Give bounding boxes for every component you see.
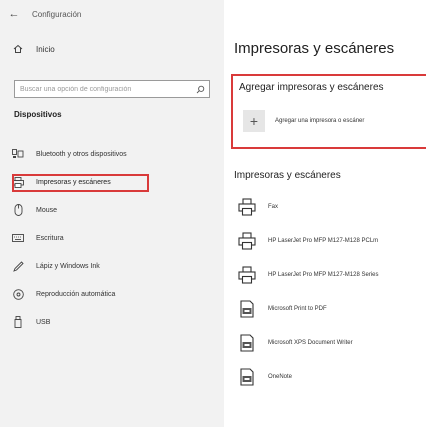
- printer-name: Fax: [268, 204, 279, 210]
- printer-name: HP LaserJet Pro MFP M127-M128 PCLm: [268, 238, 379, 244]
- sidebar-item-label: Mouse: [36, 206, 58, 214]
- add-printer-label: Agregar una impresora o escáner: [275, 118, 365, 124]
- xps-printer-icon: [236, 332, 258, 354]
- sidebar-item-label: Reproducción automática: [36, 290, 116, 298]
- printer-icon: [236, 230, 258, 252]
- printer-item-fax[interactable]: Fax: [236, 190, 426, 224]
- bluetooth-devices-icon: [0, 149, 36, 159]
- printer-name: HP LaserJet Pro MFP M127-M128 Series: [268, 272, 379, 278]
- home-nav-item[interactable]: Inicio: [0, 40, 224, 58]
- sidebar-item-mouse[interactable]: Mouse: [0, 196, 224, 224]
- sidebar-item-label: Bluetooth y otros dispositivos: [36, 150, 127, 158]
- selected-item-highlight-box: [12, 174, 149, 192]
- title-bar: ← Configuración: [0, 0, 224, 28]
- printer-name: OneNote: [268, 374, 293, 380]
- sidebar-item-bluetooth[interactable]: Bluetooth y otros dispositivos: [0, 140, 224, 168]
- printer-name: Microsoft XPS Document Writer: [268, 340, 353, 346]
- printers-list: Fax HP LaserJet Pro MFP M127-M128 PCLm H…: [236, 190, 426, 394]
- sidebar-item-usb[interactable]: USB: [0, 308, 224, 336]
- sidebar-item-typing[interactable]: Escritura: [0, 224, 224, 252]
- devices-nav-list: Bluetooth y otros dispositivos Impresora…: [0, 140, 224, 336]
- settings-search-box[interactable]: [14, 80, 210, 98]
- add-section-heading: Agregar impresoras y escáneres: [239, 82, 384, 93]
- printer-item-pdf[interactable]: Microsoft Print to PDF: [236, 292, 426, 326]
- section-heading-devices: Dispositivos: [14, 110, 62, 119]
- sidebar-item-autoplay[interactable]: Reproducción automática: [0, 280, 224, 308]
- fax-printer-icon: [236, 196, 258, 218]
- keyboard-icon: [0, 234, 36, 242]
- plus-icon: +: [243, 110, 265, 132]
- pdf-printer-icon: [236, 298, 258, 320]
- pen-icon: [0, 260, 36, 272]
- sidebar-item-label: USB: [36, 318, 51, 326]
- search-input[interactable]: [15, 81, 191, 97]
- add-printer-section: Agregar impresoras y escáneres + Agregar…: [231, 74, 426, 149]
- printer-item-hp-series[interactable]: HP LaserJet Pro MFP M127-M128 Series: [236, 258, 426, 292]
- sidebar-item-label: Lápiz y Windows Ink: [36, 262, 100, 270]
- onenote-printer-icon: [236, 366, 258, 388]
- back-arrow-icon[interactable]: ←: [0, 0, 28, 28]
- search-icon[interactable]: [191, 85, 209, 94]
- mouse-icon: [0, 204, 36, 216]
- printer-item-xps[interactable]: Microsoft XPS Document Writer: [236, 326, 426, 360]
- app-title: Configuración: [32, 9, 82, 19]
- home-icon: [0, 44, 36, 54]
- add-printer-button[interactable]: + Agregar una impresora o escáner: [243, 110, 364, 132]
- sidebar-item-label: Escritura: [36, 234, 64, 242]
- printer-item-hp-pclm[interactable]: HP LaserJet Pro MFP M127-M128 PCLm: [236, 224, 426, 258]
- printer-name: Microsoft Print to PDF: [268, 306, 327, 312]
- settings-sidebar: ← Configuración Inicio Dispositivos Blue…: [0, 0, 224, 427]
- main-content: Impresoras y escáneres Agregar impresora…: [224, 0, 426, 427]
- home-label: Inicio: [36, 44, 55, 54]
- sidebar-item-pen[interactable]: Lápiz y Windows Ink: [0, 252, 224, 280]
- printer-icon: [236, 264, 258, 286]
- printers-list-heading: Impresoras y escáneres: [234, 170, 341, 181]
- page-title: Impresoras y escáneres: [234, 40, 395, 57]
- printer-item-onenote[interactable]: OneNote: [236, 360, 426, 394]
- usb-icon: [0, 316, 36, 328]
- autoplay-icon: [0, 288, 36, 300]
